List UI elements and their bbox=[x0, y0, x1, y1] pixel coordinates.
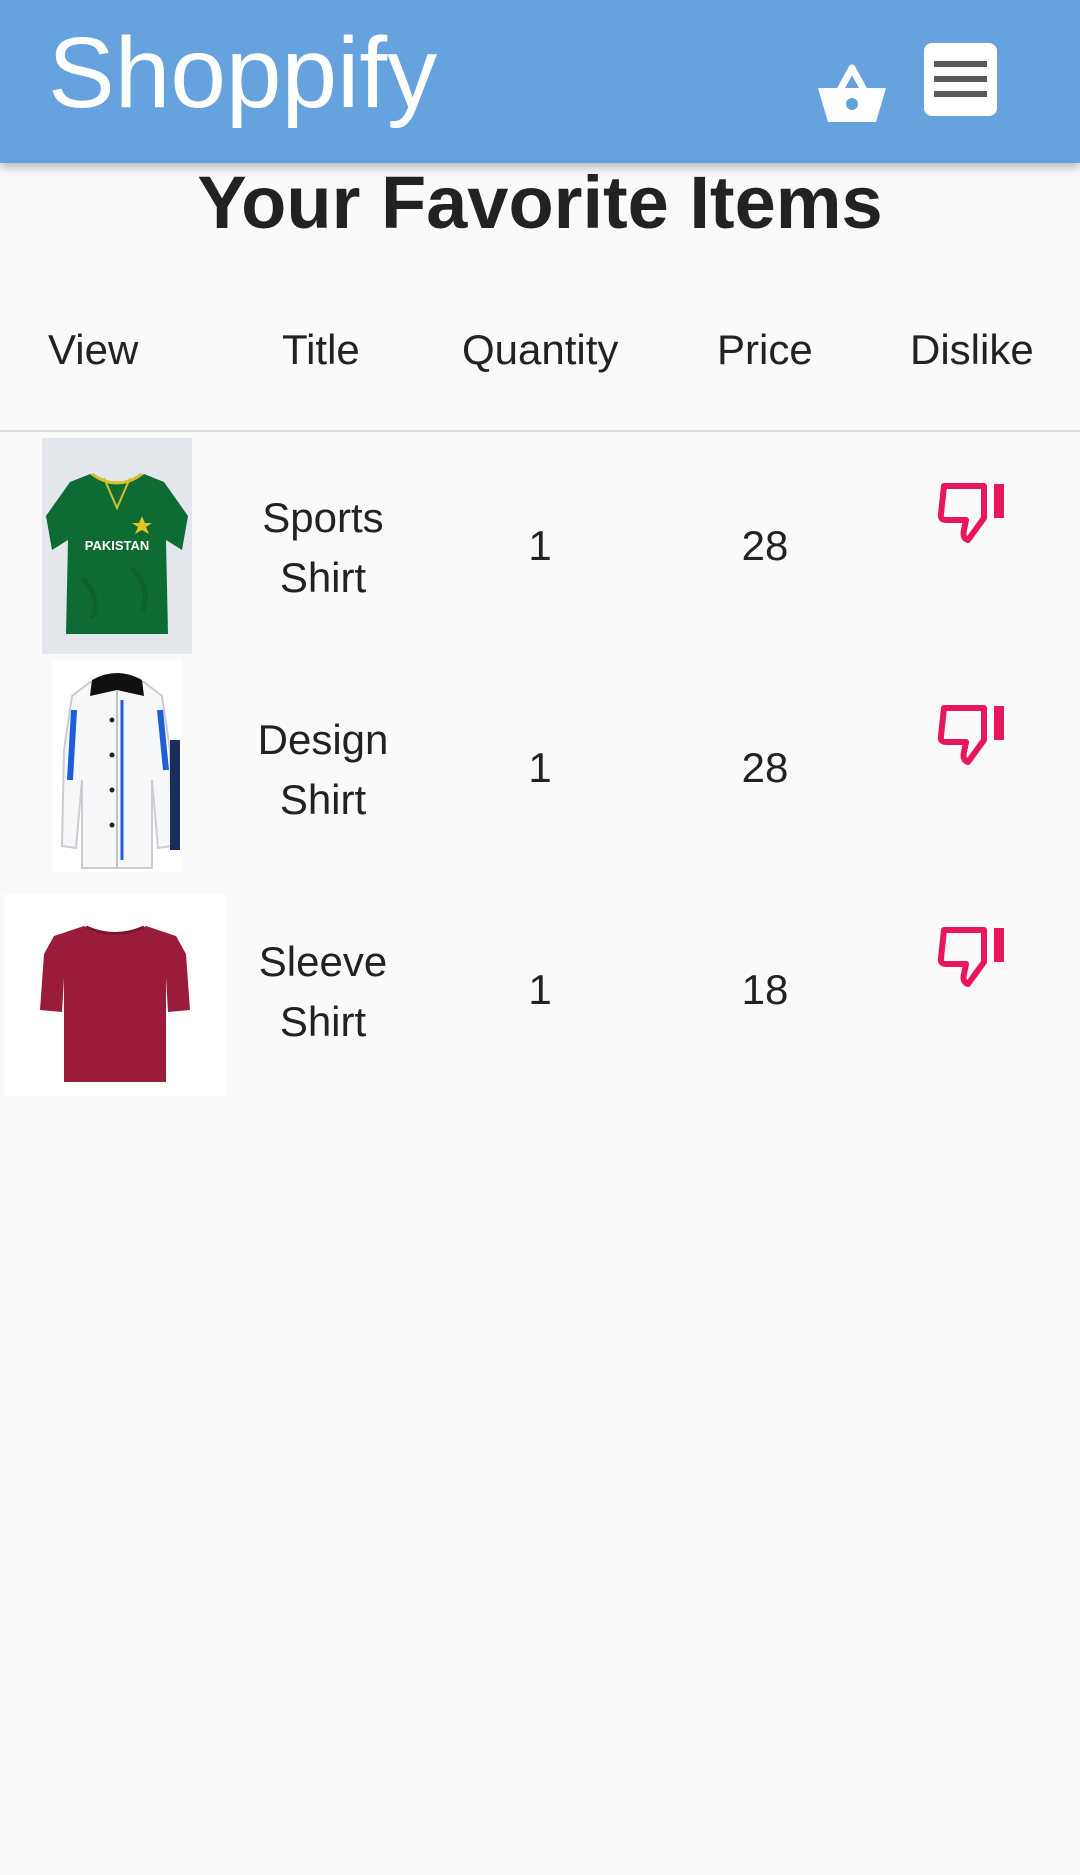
product-quantity: 1 bbox=[528, 522, 552, 569]
product-title-line2: Shirt bbox=[279, 554, 367, 601]
menu-icon-bar-3 bbox=[934, 91, 987, 97]
product-title-line1: Design bbox=[257, 716, 389, 763]
dislike-button[interactable] bbox=[936, 698, 1012, 768]
product-image-sports-shirt[interactable]: PAKISTAN bbox=[42, 438, 192, 654]
dislike-button[interactable] bbox=[936, 920, 1012, 990]
app-title: Shoppify bbox=[48, 17, 438, 129]
dislike-button[interactable] bbox=[936, 476, 1012, 546]
product-quantity: 1 bbox=[528, 966, 552, 1013]
svg-text:PAKISTAN: PAKISTAN bbox=[85, 538, 150, 553]
column-header-view: View bbox=[48, 326, 139, 373]
product-price: 28 bbox=[741, 522, 789, 569]
table-row: Design Shirt 1 28 bbox=[0, 658, 1080, 880]
product-title-line2: Shirt bbox=[279, 998, 367, 1045]
menu-icon-bar-2 bbox=[934, 76, 987, 82]
white-shirt-image bbox=[60, 673, 180, 869]
column-header-quantity: Quantity bbox=[462, 326, 619, 373]
menu-button[interactable] bbox=[924, 43, 997, 116]
thumb-down-icon bbox=[937, 927, 1004, 987]
app-bar: Shoppify bbox=[0, 0, 1080, 163]
table-header: View Title Quantity Price Dislike bbox=[0, 300, 1080, 432]
product-image-design-shirt[interactable] bbox=[52, 660, 182, 872]
table-row: PAKISTAN Sports Shirt 1 28 bbox=[0, 436, 1080, 658]
maroon-tshirt-image bbox=[40, 925, 190, 1082]
thumb-down-icon bbox=[937, 483, 1004, 543]
product-title-line2: Shirt bbox=[279, 776, 367, 823]
product-image-sleeve-shirt[interactable] bbox=[4, 894, 226, 1096]
column-header-dislike: Dislike bbox=[910, 326, 1034, 373]
cart-button[interactable] bbox=[812, 56, 892, 126]
table-row: Sleeve Shirt 1 18 bbox=[0, 880, 1080, 1102]
product-price: 28 bbox=[741, 744, 789, 791]
product-title: Design Shirt bbox=[223, 710, 423, 830]
product-price: 18 bbox=[741, 966, 789, 1013]
column-header-price: Price bbox=[717, 326, 813, 373]
product-title-line1: Sports bbox=[262, 494, 384, 541]
product-title: Sports Shirt bbox=[223, 488, 423, 608]
menu-icon-bar-1 bbox=[934, 61, 987, 67]
product-quantity: 1 bbox=[528, 744, 552, 791]
column-header-title: Title bbox=[282, 326, 360, 373]
shopping-basket-icon bbox=[818, 64, 886, 122]
product-title-line1: Sleeve bbox=[258, 938, 388, 985]
thumb-down-icon bbox=[937, 705, 1004, 765]
product-title: Sleeve Shirt bbox=[223, 932, 423, 1052]
page-title: Your Favorite Items bbox=[197, 161, 883, 244]
green-jersey-image: PAKISTAN bbox=[46, 472, 188, 634]
